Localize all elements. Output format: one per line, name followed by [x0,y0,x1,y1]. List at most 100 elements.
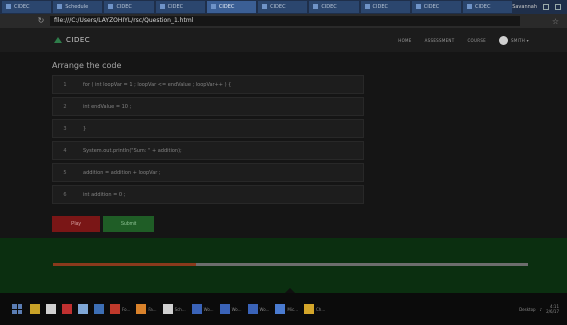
tab-label: CIDEC [14,4,30,10]
code-item-text: System.out.println("Sum: " + addition); [83,147,182,154]
user-name: SMITH ▾ [510,37,529,43]
code-item-number: 5 [63,169,67,176]
progress-fill [53,263,196,266]
taskbar-app[interactable] [78,304,88,314]
browser-tab[interactable]: CIDEC [360,1,410,13]
nav-course[interactable]: COURSE [467,38,486,43]
code-item[interactable]: 3 } [52,119,364,138]
system-tray: Desktop ♪ 4:11 2/6/17 [519,304,559,314]
taskbar-app[interactable]: Wo... [247,304,270,314]
profile-area[interactable]: Savannah [512,4,567,10]
browser-tab-strip: CIDEC Schedule CIDEC CIDEC CIDEC CIDEC C… [0,0,567,14]
page-title: Arrange the code [52,61,122,70]
taskbar-app[interactable]: Ch... [304,304,325,314]
browser-tab-active[interactable]: CIDEC [206,1,257,13]
taskbar-app-label: Wo... [231,306,242,312]
speaker-icon[interactable]: ♪ [540,307,543,312]
page-icon [415,4,421,9]
browser-tab[interactable]: CIDEC [155,1,205,13]
code-item-text: addition = addition + loopVar ; [83,169,161,176]
code-item[interactable]: 2 int endValue = 10 ; [52,97,364,116]
bookmark-star-icon[interactable]: ☆ [552,17,559,26]
browser-tab[interactable]: CIDEC [258,1,308,13]
app-icon [304,304,314,314]
tab-label: CIDEC [321,4,337,10]
tab-label: CIDEC [423,4,440,10]
taskbar-app[interactable]: Mic... [275,304,298,314]
logo-icon [54,37,62,43]
app-icon [78,304,88,314]
clock-date: 2/6/17 [546,309,559,314]
windows-start-icon[interactable] [12,304,22,314]
browser-tab[interactable]: Schedule [53,1,103,13]
page-icon [313,4,319,9]
taskbar-app[interactable]: Wo... [191,304,214,314]
nav-home[interactable]: HOME [398,38,411,43]
code-item-number: 2 [63,103,67,110]
avatar [498,35,508,45]
code-item[interactable]: 6 int addition = 0 ; [52,185,364,204]
page-icon [466,4,472,9]
taskbar-app[interactable]: Fo... [110,304,130,314]
nav-assessment[interactable]: ASSESSMENT [425,38,455,43]
taskbar-app[interactable] [62,304,72,314]
taskbar-app[interactable] [94,304,104,314]
code-item[interactable]: 1 for ( int loopVar = 1 ; loopVar <= end… [52,75,364,94]
footer-band [0,238,567,298]
tab-label: CIDEC [270,4,286,10]
minimize-icon[interactable] [543,4,550,10]
clock[interactable]: 4:11 2/6/17 [546,304,559,314]
browser-tab[interactable]: CIDEC [411,1,461,13]
code-item[interactable]: 5 addition = addition + loopVar ; [52,163,364,182]
app-header: CIDEC HOME ASSESSMENT COURSE SMITH ▾ [0,28,567,52]
taskbar-app[interactable]: Fa... [136,304,157,314]
browser-tab[interactable]: CIDEC [462,1,513,13]
play-button[interactable]: Play [52,216,100,232]
page-icon [57,4,63,9]
taskbar-app-label: Wo... [203,306,214,312]
code-item-text: } [83,125,87,132]
taskbar-app-label: Fo... [122,306,131,312]
app-icon [62,304,72,314]
browser-tab[interactable]: CIDEC [309,1,359,13]
taskbar-app[interactable] [46,304,56,314]
top-nav: HOME ASSESSMENT COURSE SMITH ▾ [398,35,529,45]
code-item-text: int endValue = 10 ; [83,103,132,110]
logo-text[interactable]: CIDEC [66,36,90,44]
taskbar-app-label: Wo... [259,306,270,312]
page-icon [159,4,165,9]
address-bar: ↻ file:///C:/Users/LAYZOHIYL/rsc/Questio… [0,14,567,28]
tab-label: CIDEC [474,4,491,10]
page-icon [210,4,216,9]
url-input[interactable]: file:///C:/Users/LAYZOHIYL/rsc/Question_… [50,16,520,26]
code-item[interactable]: 4 System.out.println("Sum: " + addition)… [52,141,364,160]
taskbar-app[interactable] [30,304,40,314]
main-content: Arrange the code 1 for ( int loopVar = 1… [0,52,567,238]
code-item-text: int addition = 0 ; [83,191,126,198]
taskbar-app[interactable]: Sch... [162,304,186,314]
app-icon [30,304,40,314]
app-icon [162,304,173,314]
tab-label: CIDEC [116,4,132,10]
progress-bar [53,263,528,266]
page-icon [6,4,11,9]
app-icon [110,304,120,314]
page-icon [262,4,268,9]
app-icon [275,304,286,314]
app-icon [94,304,104,314]
app-icon [247,304,258,314]
submit-button[interactable]: Submit [103,216,154,232]
reload-icon[interactable]: ↻ [36,16,46,26]
tray-label: Desktop [519,306,536,312]
taskbar-app[interactable]: Wo... [219,304,242,314]
code-item-number: 1 [63,81,67,88]
tab-label: Schedule [65,4,89,10]
user-menu[interactable]: SMITH ▾ [498,35,529,45]
taskbar-app-label: Ch... [316,306,326,312]
app-icon [219,304,230,314]
tab-label: CIDEC [218,4,235,10]
browser-tab[interactable]: CIDEC [104,1,154,13]
taskbar-app-label: Sch... [174,306,186,312]
browser-tab[interactable]: CIDEC [2,1,52,13]
close-icon[interactable] [555,4,562,10]
